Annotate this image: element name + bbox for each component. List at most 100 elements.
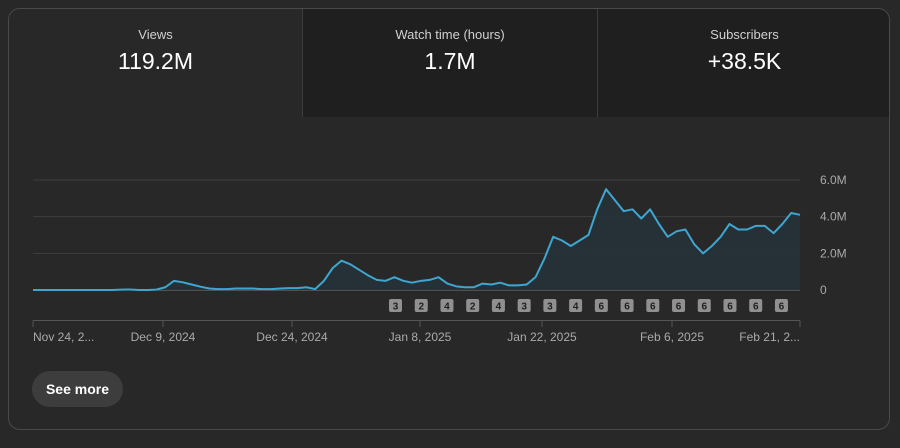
data-point <box>586 233 590 237</box>
data-point <box>84 288 88 292</box>
data-point <box>181 280 185 284</box>
video-marker-count: 6 <box>624 302 630 313</box>
video-marker-count: 6 <box>701 302 707 313</box>
data-point <box>551 235 555 239</box>
data-point <box>701 251 705 255</box>
metric-tabs: Views 119.2M Watch time (hours) 1.7M Sub… <box>9 9 889 117</box>
data-point <box>340 259 344 263</box>
video-marker[interactable]: 4 <box>491 299 505 313</box>
data-point <box>322 279 326 283</box>
data-point <box>40 288 44 292</box>
video-marker[interactable]: 3 <box>517 299 531 313</box>
video-marker[interactable]: 6 <box>620 299 634 313</box>
video-marker[interactable]: 6 <box>723 299 737 313</box>
see-more-button[interactable]: See more <box>32 371 123 407</box>
tab-watch-time[interactable]: Watch time (hours) 1.7M <box>303 9 598 117</box>
data-point <box>754 224 758 228</box>
data-point <box>798 213 802 217</box>
data-point <box>251 287 255 291</box>
data-point <box>190 283 194 287</box>
data-point <box>216 287 220 291</box>
data-point <box>525 283 529 287</box>
views-area-fill <box>33 189 800 290</box>
x-tick-label: Dec 24, 2024 <box>256 330 328 344</box>
video-marker[interactable]: 6 <box>774 299 788 313</box>
data-point <box>516 283 520 287</box>
data-point <box>542 257 546 261</box>
data-point <box>357 268 361 272</box>
data-point <box>66 288 70 292</box>
data-point <box>472 285 476 289</box>
video-marker[interactable]: 2 <box>466 299 480 313</box>
data-point <box>234 287 238 291</box>
data-point <box>604 187 608 191</box>
video-marker[interactable]: 4 <box>440 299 454 313</box>
y-tick-label: 2.0M <box>820 246 847 260</box>
data-point <box>683 228 687 232</box>
video-marker[interactable]: 6 <box>594 299 608 313</box>
data-point <box>331 266 335 270</box>
tab-subscribers[interactable]: Subscribers +38.5K <box>598 9 889 117</box>
x-tick-label: Dec 9, 2024 <box>131 330 196 344</box>
video-marker[interactable]: 3 <box>543 299 557 313</box>
tab-views-label: Views <box>138 27 173 42</box>
views-chart: 0 2.0M 4.0M 6.0M 3 2 4 2 4 3 3 4 6 6 6 6 6 6 6 6 Nov 24, 2… <box>9 117 889 347</box>
data-point <box>401 279 405 283</box>
data-point <box>146 288 150 292</box>
data-point <box>437 275 441 279</box>
tab-subscribers-label: Subscribers <box>710 27 779 42</box>
video-marker-count: 4 <box>444 302 450 313</box>
data-point <box>110 288 114 292</box>
video-marker-count: 6 <box>753 302 759 313</box>
data-point <box>419 279 423 283</box>
data-point <box>102 288 106 292</box>
video-marker[interactable]: 2 <box>414 299 428 313</box>
video-marker[interactable]: 4 <box>569 299 583 313</box>
x-tick-label: Feb 21, 2... <box>739 330 800 344</box>
data-point <box>119 288 123 292</box>
video-marker[interactable]: 6 <box>749 299 763 313</box>
data-point <box>287 286 291 290</box>
video-marker-count: 6 <box>599 302 605 313</box>
data-point <box>595 207 599 211</box>
tab-views[interactable]: Views 119.2M <box>9 9 303 117</box>
data-point <box>269 287 273 291</box>
data-point <box>295 286 299 290</box>
video-marker-count: 3 <box>547 302 553 313</box>
data-point <box>763 224 767 228</box>
data-point <box>630 207 634 211</box>
x-tick-label: Nov 24, 2... <box>33 330 94 344</box>
data-point <box>639 217 643 221</box>
data-point <box>675 229 679 233</box>
data-point <box>375 278 379 282</box>
data-point <box>348 262 352 266</box>
video-marker[interactable]: 6 <box>697 299 711 313</box>
x-tick-label: Feb 6, 2025 <box>640 330 704 344</box>
data-point <box>489 283 493 287</box>
video-marker[interactable]: 6 <box>646 299 660 313</box>
data-point <box>49 288 53 292</box>
data-point <box>410 281 414 285</box>
data-point <box>128 287 132 291</box>
video-marker[interactable]: 6 <box>672 299 686 313</box>
video-marker-count: 6 <box>779 302 785 313</box>
data-point <box>137 288 141 292</box>
video-marker-count: 4 <box>573 302 579 313</box>
data-point <box>304 285 308 289</box>
video-marker-count: 3 <box>393 302 399 313</box>
y-tick-label: 4.0M <box>820 210 847 224</box>
video-marker-count: 2 <box>418 302 424 313</box>
data-point <box>428 278 432 282</box>
x-tick-label: Jan 22, 2025 <box>507 330 577 344</box>
data-point <box>366 273 370 277</box>
data-point <box>719 235 723 239</box>
data-point <box>260 287 264 291</box>
views-chart-svg: 0 2.0M 4.0M 6.0M 3 2 4 2 4 3 3 4 6 6 6 6 6 6 6 6 Nov 24, 2… <box>32 173 847 344</box>
data-point <box>780 222 784 226</box>
data-point <box>172 279 176 283</box>
data-point <box>507 283 511 287</box>
tab-watch-time-value: 1.7M <box>424 48 476 74</box>
video-marker[interactable]: 3 <box>389 299 402 313</box>
video-marker-count: 2 <box>470 302 476 313</box>
data-point <box>75 288 79 292</box>
